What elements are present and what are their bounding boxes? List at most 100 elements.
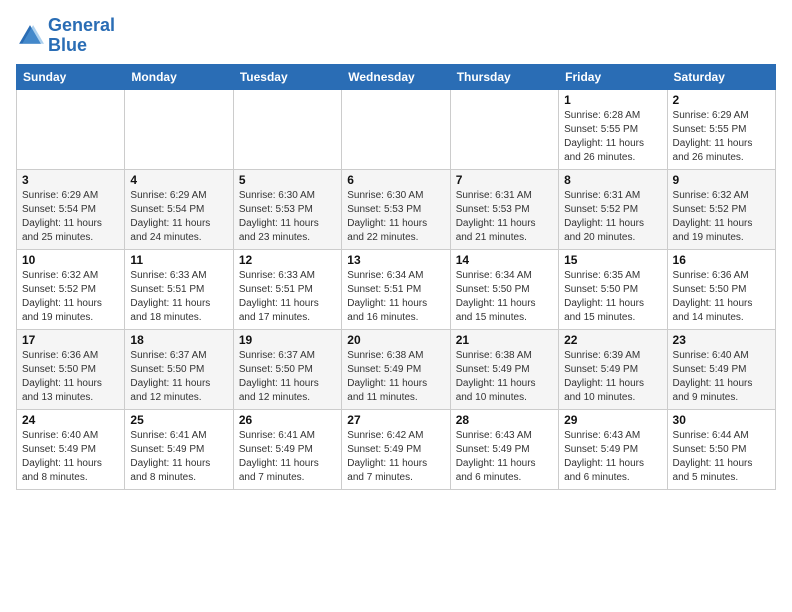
calendar-cell: 29Sunrise: 6:43 AMSunset: 5:49 PMDayligh… [559,409,667,489]
calendar-table: SundayMondayTuesdayWednesdayThursdayFrid… [16,64,776,490]
calendar-cell: 8 Sunrise: 6:31 AMSunset: 5:52 PMDaylight… [559,169,667,249]
day-number: 13 [347,253,444,267]
logo-icon [16,22,44,50]
day-info: Sunrise: 6:42 AMSunset: 5:49 PMDaylight:… [347,429,444,485]
header: General Blue [16,16,776,56]
col-header-sunday: Sunday [17,64,125,89]
calendar-cell: 9 Sunrise: 6:32 AMSunset: 5:52 PMDaylight… [667,169,775,249]
day-info: Sunrise: 6:38 AMSunset: 5:49 PMDaylight:… [456,349,553,405]
calendar-week-1: 3Sunrise: 6:29 AMSunset: 5:54 PMDaylight… [17,169,776,249]
col-header-friday: Friday [559,64,667,89]
calendar-cell [342,89,450,169]
calendar-cell [233,89,341,169]
day-number: 19 [239,333,336,347]
calendar-cell: 15 Sunrise: 6:35 AMSunset: 5:50 PMDayligh… [559,249,667,329]
calendar-week-3: 17 Sunrise: 6:36 AMSunset: 5:50 PMDayligh… [17,329,776,409]
calendar-cell: 3Sunrise: 6:29 AMSunset: 5:54 PMDaylight… [17,169,125,249]
day-number: 14 [456,253,553,267]
day-number: 16 [673,253,770,267]
calendar-cell: 10 Sunrise: 6:32 AMSunset: 5:52 PMDayligh… [17,249,125,329]
calendar-week-0: 1 Sunrise: 6:28 AMSunset: 5:55 PMDaylight… [17,89,776,169]
calendar-cell: 19 Sunrise: 6:37 AMSunset: 5:50 PMDayligh… [233,329,341,409]
day-info: Sunrise: 6:33 AMSunset: 5:51 PMDaylight:… [130,269,227,325]
day-info: Sunrise: 6:28 AMSunset: 5:55 PMDaylight:… [564,109,661,165]
calendar-cell [17,89,125,169]
calendar-cell: 18Sunrise: 6:37 AMSunset: 5:50 PMDayligh… [125,329,233,409]
day-info: Sunrise: 6:38 AMSunset: 5:49 PMDaylight:… [347,349,444,405]
col-header-thursday: Thursday [450,64,558,89]
calendar-cell: 1 Sunrise: 6:28 AMSunset: 5:55 PMDaylight… [559,89,667,169]
day-info: Sunrise: 6:40 AMSunset: 5:49 PMDaylight:… [673,349,770,405]
logo: General Blue [16,16,115,56]
day-number: 29 [564,413,661,427]
day-number: 28 [456,413,553,427]
day-number: 10 [22,253,119,267]
logo-general: General [48,15,115,35]
day-number: 2 [673,93,770,107]
col-header-wednesday: Wednesday [342,64,450,89]
day-number: 20 [347,333,444,347]
day-info: Sunrise: 6:29 AMSunset: 5:54 PMDaylight:… [22,189,119,245]
calendar-cell: 25 Sunrise: 6:41 AMSunset: 5:49 PMDayligh… [125,409,233,489]
calendar-cell: 4Sunrise: 6:29 AMSunset: 5:54 PMDaylight… [125,169,233,249]
day-info: Sunrise: 6:34 AMSunset: 5:50 PMDaylight:… [456,269,553,325]
day-info: Sunrise: 6:37 AMSunset: 5:50 PMDaylight:… [239,349,336,405]
day-number: 6 [347,173,444,187]
day-info: Sunrise: 6:30 AMSunset: 5:53 PMDaylight:… [239,189,336,245]
calendar-cell: 30 Sunrise: 6:44 AMSunset: 5:50 PMDayligh… [667,409,775,489]
day-number: 1 [564,93,661,107]
col-header-monday: Monday [125,64,233,89]
day-info: Sunrise: 6:31 AMSunset: 5:53 PMDaylight:… [456,189,553,245]
calendar-cell [450,89,558,169]
day-info: Sunrise: 6:36 AMSunset: 5:50 PMDaylight:… [22,349,119,405]
calendar-cell: 11 Sunrise: 6:33 AMSunset: 5:51 PMDayligh… [125,249,233,329]
logo-text: General Blue [48,16,115,56]
calendar-cell: 24 Sunrise: 6:40 AMSunset: 5:49 PMDayligh… [17,409,125,489]
day-info: Sunrise: 6:29 AMSunset: 5:54 PMDaylight:… [130,189,227,245]
calendar-cell: 20 Sunrise: 6:38 AMSunset: 5:49 PMDayligh… [342,329,450,409]
day-info: Sunrise: 6:37 AMSunset: 5:50 PMDaylight:… [130,349,227,405]
day-info: Sunrise: 6:32 AMSunset: 5:52 PMDaylight:… [22,269,119,325]
calendar-week-2: 10 Sunrise: 6:32 AMSunset: 5:52 PMDayligh… [17,249,776,329]
day-number: 25 [130,413,227,427]
day-info: Sunrise: 6:33 AMSunset: 5:51 PMDaylight:… [239,269,336,325]
day-number: 27 [347,413,444,427]
day-info: Sunrise: 6:31 AMSunset: 5:52 PMDaylight:… [564,189,661,245]
calendar-cell: 2 Sunrise: 6:29 AMSunset: 5:55 PMDaylight… [667,89,775,169]
col-header-tuesday: Tuesday [233,64,341,89]
day-number: 9 [673,173,770,187]
page: General Blue SundayMondayTuesdayWednesda… [0,0,792,612]
day-info: Sunrise: 6:39 AMSunset: 5:49 PMDaylight:… [564,349,661,405]
day-info: Sunrise: 6:43 AMSunset: 5:49 PMDaylight:… [456,429,553,485]
calendar-cell: 23Sunrise: 6:40 AMSunset: 5:49 PMDayligh… [667,329,775,409]
day-number: 22 [564,333,661,347]
day-info: Sunrise: 6:40 AMSunset: 5:49 PMDaylight:… [22,429,119,485]
day-number: 26 [239,413,336,427]
day-number: 21 [456,333,553,347]
calendar-week-4: 24 Sunrise: 6:40 AMSunset: 5:49 PMDayligh… [17,409,776,489]
calendar-cell: 21 Sunrise: 6:38 AMSunset: 5:49 PMDayligh… [450,329,558,409]
calendar-cell: 26 Sunrise: 6:41 AMSunset: 5:49 PMDayligh… [233,409,341,489]
calendar-cell: 17 Sunrise: 6:36 AMSunset: 5:50 PMDayligh… [17,329,125,409]
day-number: 8 [564,173,661,187]
day-number: 30 [673,413,770,427]
day-number: 24 [22,413,119,427]
day-info: Sunrise: 6:32 AMSunset: 5:52 PMDaylight:… [673,189,770,245]
calendar-cell: 16 Sunrise: 6:36 AMSunset: 5:50 PMDayligh… [667,249,775,329]
day-info: Sunrise: 6:35 AMSunset: 5:50 PMDaylight:… [564,269,661,325]
day-info: Sunrise: 6:29 AMSunset: 5:55 PMDaylight:… [673,109,770,165]
day-info: Sunrise: 6:36 AMSunset: 5:50 PMDaylight:… [673,269,770,325]
day-info: Sunrise: 6:41 AMSunset: 5:49 PMDaylight:… [130,429,227,485]
day-number: 7 [456,173,553,187]
calendar-cell: 14 Sunrise: 6:34 AMSunset: 5:50 PMDayligh… [450,249,558,329]
calendar-header-row: SundayMondayTuesdayWednesdayThursdayFrid… [17,64,776,89]
day-number: 15 [564,253,661,267]
day-info: Sunrise: 6:44 AMSunset: 5:50 PMDaylight:… [673,429,770,485]
day-info: Sunrise: 6:30 AMSunset: 5:53 PMDaylight:… [347,189,444,245]
calendar-cell: 13Sunrise: 6:34 AMSunset: 5:51 PMDayligh… [342,249,450,329]
calendar-cell: 22 Sunrise: 6:39 AMSunset: 5:49 PMDayligh… [559,329,667,409]
day-number: 11 [130,253,227,267]
day-number: 17 [22,333,119,347]
logo-blue: Blue [48,35,87,55]
day-info: Sunrise: 6:41 AMSunset: 5:49 PMDaylight:… [239,429,336,485]
